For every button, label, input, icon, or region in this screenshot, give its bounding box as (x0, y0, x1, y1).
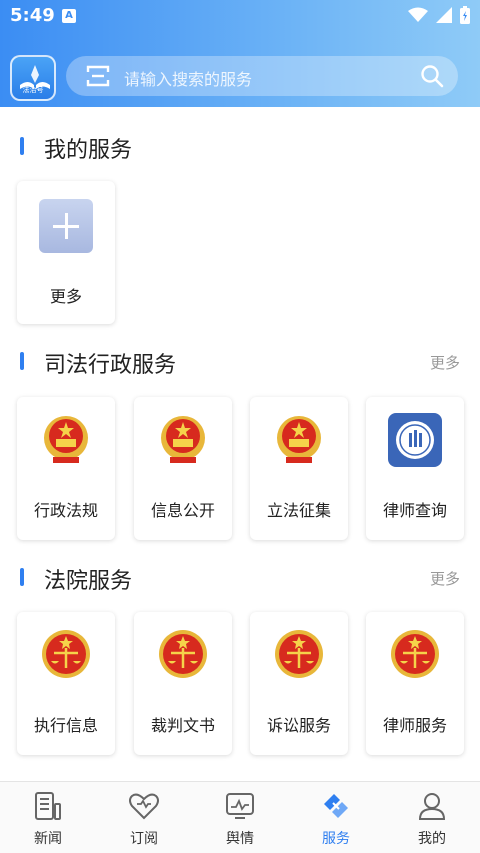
sim-badge-icon: A (62, 9, 76, 23)
court-emblem-icon (391, 630, 439, 678)
service-label: 更多 (49, 287, 82, 306)
court-emblem-icon (159, 630, 207, 678)
search-input[interactable]: 请输入搜索的服务 (124, 66, 252, 90)
tab-label: 舆情 (226, 831, 254, 847)
court-emblem-icon (42, 630, 90, 678)
national-emblem-icon (161, 416, 205, 463)
service-label: 信息公开 (150, 501, 215, 520)
service-label: 行政法规 (33, 501, 98, 520)
service-content: 我的服务 更多 司法行政服务 更多 行政法规 信息公开 立法征集 律师查询 法院… (0, 107, 480, 781)
app-logo: 法治号 (10, 55, 56, 101)
status-bar: 5:49 A (0, 0, 480, 32)
monitor-icon (226, 793, 254, 819)
service-card-judgment-documents[interactable]: 裁判文书 (134, 612, 232, 755)
tab-label: 订阅 (130, 831, 158, 847)
logo-label: 法治号 (22, 86, 44, 94)
tab-label: 新闻 (34, 831, 62, 847)
status-icons (408, 6, 470, 24)
section-title-judicial-admin: 司法行政服务 (44, 353, 177, 378)
user-icon (418, 793, 446, 820)
battery-icon (460, 6, 470, 24)
service-label: 律师服务 (382, 716, 447, 735)
scan-icon[interactable] (86, 65, 110, 87)
wifi-icon (408, 7, 428, 22)
tab-label: 我的 (418, 831, 446, 847)
service-label: 裁判文书 (150, 716, 215, 735)
signal-icon (436, 7, 452, 23)
plus-icon (39, 199, 93, 253)
national-emblem-icon (277, 416, 321, 463)
service-label: 立法征集 (266, 501, 331, 520)
section-marker (20, 568, 24, 586)
service-card-regulations[interactable]: 行政法规 (17, 397, 115, 540)
service-label: 执行信息 (33, 716, 98, 735)
section-title-court-services: 法院服务 (44, 569, 133, 594)
heart-icon (129, 793, 159, 820)
search-bar[interactable]: 请输入搜索的服务 (66, 56, 458, 96)
status-time: 5:49 (10, 5, 55, 26)
service-card-litigation[interactable]: 诉讼服务 (250, 612, 348, 755)
service-card-more[interactable]: 更多 (17, 181, 115, 324)
service-card-lawyer-query[interactable]: 律师查询 (366, 397, 464, 540)
court-services-more-link[interactable]: 更多 (430, 568, 460, 589)
national-emblem-icon (44, 416, 88, 463)
news-icon (35, 792, 61, 820)
service-icon (324, 794, 348, 818)
lawyers-association-icon (388, 413, 442, 467)
service-card-execution-info[interactable]: 执行信息 (17, 612, 115, 755)
court-emblem-icon (275, 630, 323, 678)
search-icon[interactable] (420, 64, 444, 88)
judicial-admin-more-link[interactable]: 更多 (430, 352, 460, 373)
section-marker (20, 137, 24, 155)
service-card-info-disclosure[interactable]: 信息公开 (134, 397, 232, 540)
bottom-tab-bar: 新闻 订阅 舆情 服务 我的 (0, 781, 480, 853)
tab-subscribe[interactable]: 订阅 (96, 782, 192, 853)
tab-label: 服务 (322, 831, 350, 847)
service-card-lawyer-services[interactable]: 律师服务 (366, 612, 464, 755)
tab-services[interactable]: 服务 (288, 782, 384, 853)
service-label: 诉讼服务 (266, 716, 331, 735)
section-title-my-services: 我的服务 (44, 138, 133, 163)
tab-mine[interactable]: 我的 (384, 782, 480, 853)
service-card-legislation[interactable]: 立法征集 (250, 397, 348, 540)
section-marker (20, 352, 24, 370)
tab-news[interactable]: 新闻 (0, 782, 96, 853)
tab-public-opinion[interactable]: 舆情 (192, 782, 288, 853)
app-header: 5:49 A 法治号 请输入搜索的服务 (0, 0, 480, 107)
service-label: 律师查询 (382, 501, 447, 520)
